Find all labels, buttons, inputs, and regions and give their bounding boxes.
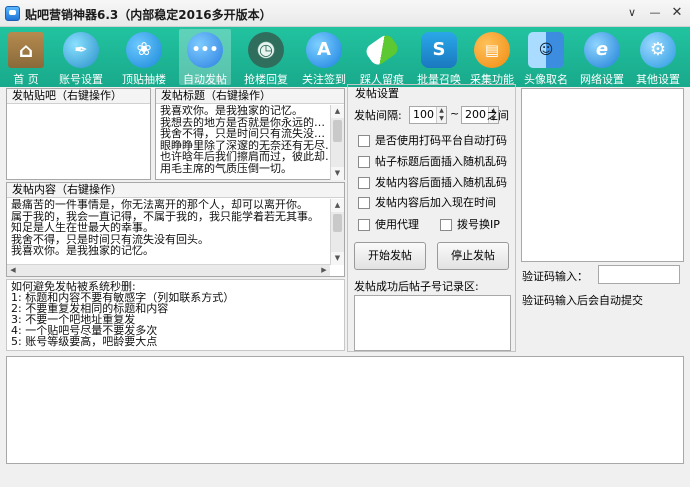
ie-icon: e xyxy=(584,32,620,68)
scroll-down-icon[interactable]: ▼ xyxy=(331,252,344,265)
checkbox-title-random[interactable]: 帖子标题后面插入随机乱码 xyxy=(358,155,507,169)
captcha-hint: 验证码输入后会自动提交 xyxy=(522,294,643,307)
list-item: 我喜欢你。是我独家的记忆。 xyxy=(160,105,303,117)
title-scrollbar[interactable]: ▲ ▼ xyxy=(330,105,344,180)
checkbox-auto-captcha[interactable]: 是否使用打码平台自动打码 xyxy=(358,134,507,148)
window-title: 贴吧营销神器6.3（内部稳定2016多开版本） xyxy=(25,8,272,22)
chevron-down-icon[interactable]: ∨ xyxy=(624,5,640,21)
tool-follow-checkin[interactable]: A 关注签到 xyxy=(298,29,350,86)
bird-icon: ❀ xyxy=(126,32,162,68)
title-header: 发帖标题（右键操作） xyxy=(156,89,344,104)
content-list[interactable]: 最痛苦的一件事情是，你无法离开的那个人，却可以离开你。 属于我的，我会一直记得，… xyxy=(7,198,344,258)
scroll-thumb[interactable] xyxy=(333,120,342,142)
checkbox-box[interactable] xyxy=(358,177,370,189)
tip-item: 5: 账号等级要高，吧龄要大点 xyxy=(11,336,158,347)
list-item: 我喜欢你。是我独家的记忆。 xyxy=(11,245,154,257)
checkbox-box[interactable] xyxy=(440,219,452,231)
list-item: 我舍不得，只是时间只有流失没… xyxy=(160,128,325,140)
tool-account-settings[interactable]: ✒ 账号设置 xyxy=(55,29,107,86)
app-store-icon: A xyxy=(306,32,342,68)
title-list[interactable]: 我喜欢你。是我独家的记忆。 我想去的地方是否就是你永远的… 我舍不得，只是时间只… xyxy=(156,104,344,175)
list-item: 属于我的，我会一直记得，不属于我的，我只能学着若无其事。 xyxy=(11,210,319,222)
checkbox-use-proxy[interactable]: 使用代理 xyxy=(358,218,419,232)
tool-collect[interactable]: ▤ 采集功能 xyxy=(466,29,518,86)
record-area[interactable] xyxy=(354,295,511,351)
interval-separator: ~ xyxy=(450,107,460,120)
minimize-button[interactable]: — xyxy=(647,5,663,21)
tool-grab-reply[interactable]: ◷ 抢楼回复 xyxy=(240,29,292,86)
log-area[interactable] xyxy=(6,356,684,464)
tip-item: 1: 标题和内容不要有敏感字（列如联系方式） xyxy=(11,292,235,303)
tip-item: 3: 不要一个吧地址重复发 xyxy=(11,314,136,325)
skype-icon: S xyxy=(421,32,457,68)
list-item: 最痛苦的一件事情是，你无法离开的那个人，却可以离开你。 xyxy=(11,199,308,211)
checkbox-box[interactable] xyxy=(358,156,370,168)
checkbox-box[interactable] xyxy=(358,197,370,209)
clock-icon: ◷ xyxy=(248,32,284,68)
close-button[interactable]: ✕ xyxy=(669,5,685,21)
scroll-up-icon[interactable]: ▲ xyxy=(331,199,344,212)
tool-avatar-name[interactable]: ☺ 头像取名 xyxy=(520,29,572,86)
settings-group: 发帖设置 发帖间隔: 100 ▲ ▼ ~ 200 ▲ ▼ 之间 是否使用打码平台自动… xyxy=(347,84,516,352)
tips-panel: 如何避免发帖被系统秒删: 1: 标题和内容不要有敏感字（列如联系方式） 2: 不… xyxy=(6,279,345,351)
checkbox-box[interactable] xyxy=(358,135,370,147)
content-hscrollbar[interactable]: ◀ ▶ xyxy=(7,264,330,276)
checkbox-box[interactable] xyxy=(358,219,370,231)
list-item: 知足是人生在世最大的幸事。 xyxy=(11,222,154,234)
tool-auto-post[interactable]: ••• 自动发帖 xyxy=(179,29,231,86)
post-bar-header: 发帖贴吧（右键操作） xyxy=(7,89,150,104)
tool-batch-summon[interactable]: S 批量召唤 xyxy=(413,29,465,86)
start-post-button[interactable]: 开始发帖 xyxy=(354,242,426,270)
interval-label: 发帖间隔: xyxy=(354,109,402,122)
post-bar-list[interactable] xyxy=(7,105,150,179)
feather-icon: ✒ xyxy=(63,32,99,68)
interval-min-input[interactable]: 100 ▲ ▼ xyxy=(409,106,447,124)
tool-home[interactable]: ⌂ 首 页 xyxy=(0,29,52,86)
post-bar-panel: 发帖贴吧（右键操作） xyxy=(6,88,151,180)
main-toolbar: ⌂ 首 页 ✒ 账号设置 ❀ 顶贴抽楼 ••• 自动发帖 ◷ 抢楼回复 A 关注… xyxy=(0,27,690,87)
tool-top-post[interactable]: ❀ 顶贴抽楼 xyxy=(118,29,170,86)
captcha-input[interactable] xyxy=(598,265,680,284)
interval-unit: 之间 xyxy=(487,109,509,122)
list-item: 我舍不得，只是时间只有流失没有回头。 xyxy=(11,233,209,245)
pill-icon xyxy=(363,32,401,68)
list-item: 眼睁睁里除了深邃的无奈还有无尽… xyxy=(160,139,328,151)
stop-post-button[interactable]: 停止发帖 xyxy=(437,242,509,270)
settings-header: 发帖设置 xyxy=(355,87,399,100)
checkbox-dial-ip[interactable]: 拨号换IP xyxy=(440,218,500,232)
tool-trace[interactable]: 踩人留痕 xyxy=(356,29,408,86)
tool-network-settings[interactable]: e 网络设置 xyxy=(576,29,628,86)
tool-other-settings[interactable]: ⚙ 其他设置 xyxy=(632,29,684,86)
scroll-down-icon[interactable]: ▼ xyxy=(331,167,344,180)
content-header: 发帖内容（右键操作） xyxy=(7,183,344,198)
home-icon: ⌂ xyxy=(8,32,44,68)
tip-item: 2: 不要重复发相同的标题和内容 xyxy=(11,303,169,314)
gear-icon: ⚙ xyxy=(640,32,676,68)
scroll-left-icon[interactable]: ◀ xyxy=(7,265,19,276)
record-label: 发帖成功后帖子号记录区: xyxy=(354,280,479,293)
captcha-input-label: 验证码输入： xyxy=(522,270,588,283)
chat-bubble-icon: ••• xyxy=(187,32,223,68)
list-item: 用毛主席的气质压倒一切。 xyxy=(160,162,292,174)
scroll-thumb[interactable] xyxy=(333,214,342,232)
captcha-image-box xyxy=(521,88,684,262)
list-item: 我想去的地方是否就是你永远的… xyxy=(160,116,325,128)
scroll-up-icon[interactable]: ▲ xyxy=(331,105,344,118)
title-bar: 贴吧营销神器6.3（内部稳定2016多开版本） ∨ — ✕ xyxy=(0,0,690,27)
title-panel: 发帖标题（右键操作） 我喜欢你。是我独家的记忆。 我想去的地方是否就是你永远的…… xyxy=(155,88,345,180)
scroll-right-icon[interactable]: ▶ xyxy=(318,265,330,276)
tip-item: 4: 一个贴吧号尽量不要发多次 xyxy=(11,325,158,336)
checkbox-content-random[interactable]: 发帖内容后面插入随机乱码 xyxy=(358,176,507,190)
checkbox-content-time[interactable]: 发帖内容后加入现在时间 xyxy=(358,196,496,210)
content-vscrollbar[interactable]: ▲ ▼ xyxy=(330,199,344,265)
content-panel: 发帖内容（右键操作） 最痛苦的一件事情是，你无法离开的那个人，却可以离开你。 属… xyxy=(6,182,345,277)
spinner-icon[interactable]: ▲ ▼ xyxy=(436,107,446,123)
app-logo-icon xyxy=(5,6,20,21)
finder-face-icon: ☺ xyxy=(528,32,564,68)
list-item: 也许晗年后我们擦肩而过，彼此却… xyxy=(160,151,328,163)
tips-title: 如何避免发帖被系统秒删: xyxy=(11,281,136,292)
book-icon: ▤ xyxy=(474,32,510,68)
